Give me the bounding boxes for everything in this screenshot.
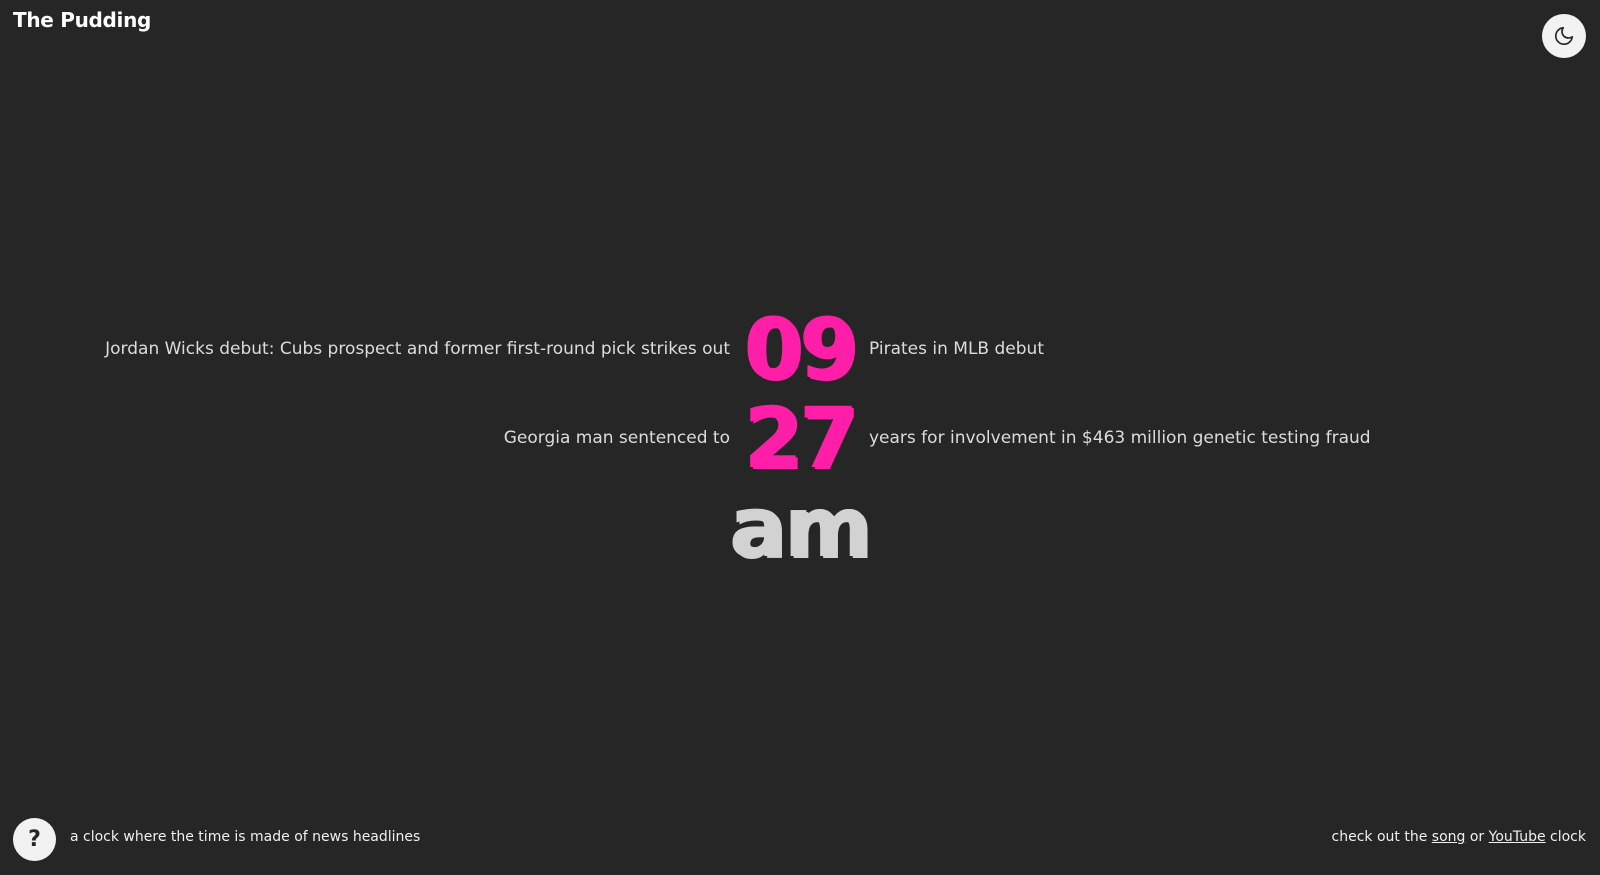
- tagline: a clock where the time is made of news h…: [70, 829, 421, 845]
- moon-icon: [1553, 25, 1575, 47]
- site-logo[interactable]: The Pudding: [13, 8, 151, 32]
- footer-links: check out the song or YouTube clock: [1332, 829, 1586, 845]
- help-button[interactable]: ?: [13, 818, 56, 861]
- minutes-row: Georgia man sentenced to 27 years for in…: [0, 393, 1600, 483]
- page: The Pudding Jordan Wicks debut: Cubs pro…: [0, 0, 1600, 875]
- hours-row: Jordan Wicks debut: Cubs prospect and fo…: [0, 304, 1600, 394]
- theme-toggle-button[interactable]: [1542, 14, 1586, 58]
- hours-digits: 09: [744, 300, 859, 398]
- song-link[interactable]: song: [1432, 829, 1466, 845]
- youtube-link[interactable]: YouTube: [1489, 829, 1546, 845]
- minutes-headline-before: Georgia man sentenced to: [503, 428, 730, 448]
- hours-headline-after: Pirates in MLB debut: [869, 339, 1044, 359]
- footer-suffix: clock: [1550, 829, 1586, 845]
- hours-headline-before: Jordan Wicks debut: Cubs prospect and fo…: [105, 339, 730, 359]
- footer-prefix: check out the: [1331, 829, 1428, 845]
- minutes-headline-after: years for involvement in $463 million ge…: [869, 428, 1371, 448]
- question-mark-icon: ?: [28, 827, 41, 852]
- minutes-digits: 27: [744, 389, 859, 487]
- footer-or: or: [1469, 829, 1485, 845]
- meridiem-label: am: [729, 478, 872, 576]
